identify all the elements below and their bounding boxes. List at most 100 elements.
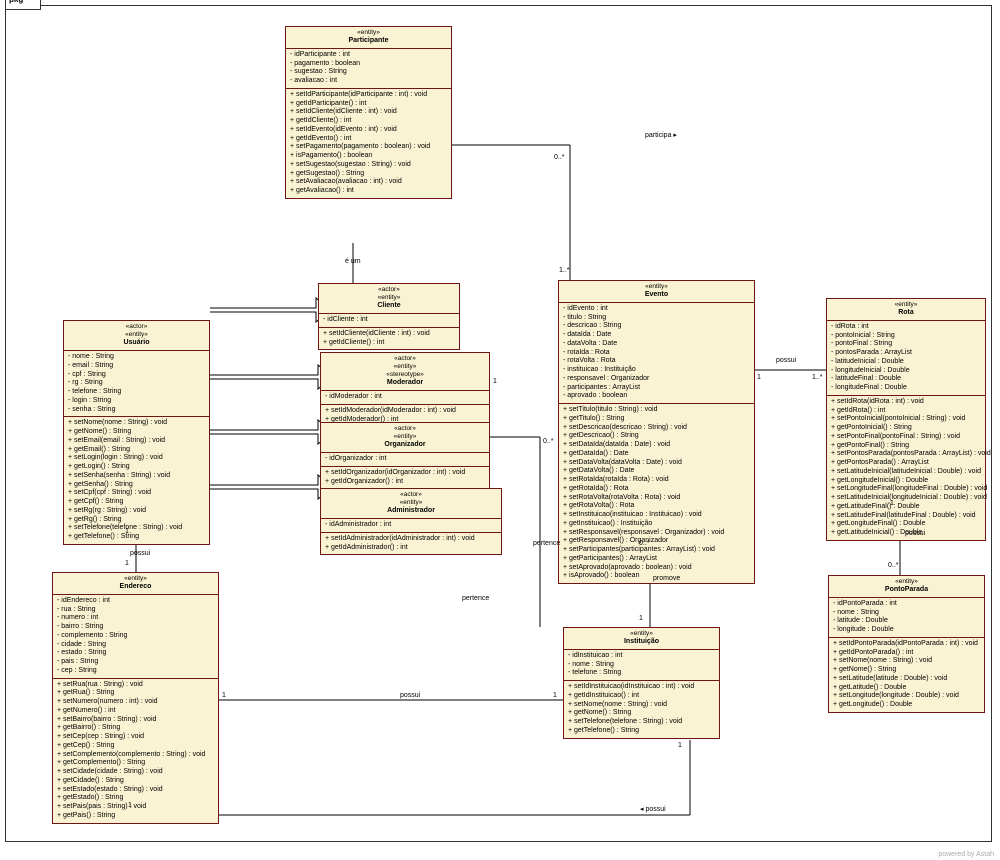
op: + setIdCliente(idCliente : int) : void bbox=[323, 330, 455, 339]
attr: - pontoInicial : String bbox=[831, 332, 981, 341]
op: + setLatitudeInicial(latitudeInicial : D… bbox=[831, 468, 981, 477]
op: + getNome() : String bbox=[833, 666, 980, 675]
op: + getDataIda() : Date bbox=[563, 450, 750, 459]
op: + setLatitudeInicial(longitudeInicial : … bbox=[831, 494, 981, 503]
op: + setIdCliente(idCliente : int) : void bbox=[290, 108, 447, 117]
attr: - latitude : Double bbox=[833, 617, 980, 626]
op: + setAprovado(aprovado : boolean) : void bbox=[563, 564, 750, 573]
op: + getRotaIda() : Rota bbox=[563, 485, 750, 494]
op: + setNumero(numero : int) : void bbox=[57, 698, 214, 707]
op: + getResponsavel() : Organizador bbox=[563, 537, 750, 546]
attr: - complemento : String bbox=[57, 632, 214, 641]
attrs: - idEvento : int- titulo : String- descr… bbox=[559, 303, 754, 404]
footer: powered by Astah bbox=[938, 851, 994, 858]
op: + getIdInstituicao() : int bbox=[568, 692, 715, 701]
package-tab: pkg bbox=[5, 0, 41, 10]
label-eum: é um bbox=[345, 258, 361, 265]
op: + getEstado() : String bbox=[57, 794, 214, 803]
op: + setDescricao(descricao : String) : voi… bbox=[563, 424, 750, 433]
op: + getNumero() : int bbox=[57, 707, 214, 716]
attr: - bairro : String bbox=[57, 623, 214, 632]
mult-1-4: 1 bbox=[639, 615, 643, 622]
class-endereco: «entity»Endereco - idEndereco : int- rua… bbox=[52, 572, 219, 824]
attr: - idCliente : int bbox=[323, 316, 455, 325]
mult-1-3: 1 bbox=[890, 500, 894, 507]
attr: - dataIda : Date bbox=[563, 331, 750, 340]
label-promove: promove bbox=[653, 575, 680, 582]
class-administrador: «actor»«entity»Administrador - idAdminis… bbox=[320, 488, 502, 555]
op: + getIdEvento() : int bbox=[290, 135, 447, 144]
op: + setPagamento(pagamento : boolean) : vo… bbox=[290, 143, 447, 152]
class-pontoparada: «entity»PontoParada - idPontoParada : in… bbox=[828, 575, 985, 713]
label-pertence: pertence bbox=[533, 540, 560, 547]
op: + setIdEvento(idEvento : int) : void bbox=[290, 126, 447, 135]
ops: + setRua(rua : String) : void+ getRua() … bbox=[53, 679, 218, 823]
attr: - senha : String bbox=[68, 406, 205, 415]
ops: + setIdParticipante(idParticipante : int… bbox=[286, 89, 451, 198]
op: + setLogin(login : String) : void bbox=[68, 454, 205, 463]
op: + setNome(nome : String) : void bbox=[68, 419, 205, 428]
op: + setSugestao(sugestao : String) : void bbox=[290, 161, 447, 170]
op: + setDataVolta(dataVolta : Date) : void bbox=[563, 459, 750, 468]
op: + isPagamento() : boolean bbox=[290, 152, 447, 161]
attr: - idModerador : int bbox=[325, 393, 485, 402]
attr: - idEndereco : int bbox=[57, 597, 214, 606]
attr: - telefone : String bbox=[68, 388, 205, 397]
op: + getRg() : String bbox=[68, 516, 205, 525]
attr: - longitudeInicial : Double bbox=[831, 367, 981, 376]
class-moderador: «actor»«entity»«stereotype»Moderador - i… bbox=[320, 352, 490, 427]
class-usuario: «actor»«entity»Usuário - nome : String- … bbox=[63, 320, 210, 545]
op: + getIdPontoParada() : int bbox=[833, 649, 980, 658]
op: + getPontosParada() : ArrayList bbox=[831, 459, 981, 468]
attr: - idParticipante : int bbox=[290, 51, 447, 60]
op: + setTelefone(telefone : String) : void bbox=[68, 524, 205, 533]
op: + setRotaVolta(rotaVolta : Rota) : void bbox=[563, 494, 750, 503]
op: + setBairro(bairro : String) : void bbox=[57, 716, 214, 725]
op: + setResponsavel(responsavel : Organizad… bbox=[563, 529, 750, 538]
label-possui-usr: possui bbox=[130, 550, 150, 557]
op: + setPais(pais : String) : void bbox=[57, 803, 214, 812]
class-rota: «entity»Rota - idRota : int- pontoInicia… bbox=[826, 298, 986, 541]
mult-0star-2: 0..* bbox=[888, 562, 899, 569]
op: + setIdOrganizador(idOrganizador : int) … bbox=[325, 469, 485, 478]
mult-1-5: 1 bbox=[493, 378, 497, 385]
op: + getAvaliacao() : int bbox=[290, 187, 447, 196]
mult-1-6: 1 bbox=[125, 528, 129, 535]
op: + setNome(nome : String) : void bbox=[568, 701, 715, 710]
label-possui-inst-end: possui bbox=[400, 692, 420, 699]
op: + setAvaliacao(avaliacao : int) : void bbox=[290, 178, 447, 187]
op: + getTelefone() : String bbox=[568, 727, 715, 736]
attrs: - idInstituicao : int- nome : String- te… bbox=[564, 650, 719, 681]
attr: - pais : String bbox=[57, 658, 214, 667]
class-organizador: «actor»«entity»Organizador - idOrganizad… bbox=[320, 422, 490, 489]
attr: - idPontoParada : int bbox=[833, 600, 980, 609]
op: + setEmail(email : String) : void bbox=[68, 437, 205, 446]
attr: - longitude : Double bbox=[833, 626, 980, 635]
ops: + setIdRota(idRota : int) : void+ getIdR… bbox=[827, 396, 985, 540]
op: + getBairro() : String bbox=[57, 724, 214, 733]
op: + setCpf(cpf : String) : void bbox=[68, 489, 205, 498]
op: + setPontosParada(pontosParada : ArrayLi… bbox=[831, 450, 981, 459]
op: + setLongitude(longitude : Double) : voi… bbox=[833, 692, 980, 701]
attr: - estado : String bbox=[57, 649, 214, 658]
op: + setIdPontoParada(idPontoParada : int) … bbox=[833, 640, 980, 649]
attrs: - idParticipante : int- pagamento : bool… bbox=[286, 49, 451, 89]
mult-1-8: 1 bbox=[553, 692, 557, 699]
mult-1-10: 1 bbox=[678, 742, 682, 749]
attr: - sugestao : String bbox=[290, 68, 447, 77]
op: + getIdParticipante() : int bbox=[290, 100, 447, 109]
mult-1-11: 1 bbox=[128, 802, 132, 809]
mult-0star-3: 0..* bbox=[639, 540, 650, 547]
label-possui-rota-pp: possui bbox=[905, 530, 925, 537]
attr: - pagamento : boolean bbox=[290, 60, 447, 69]
mult-1: 1 bbox=[757, 374, 761, 381]
attr: - numero : int bbox=[57, 614, 214, 623]
label-possui-ev-rota: possui bbox=[776, 357, 796, 364]
op: + getCidade() : String bbox=[57, 777, 214, 786]
op: + setPontoFinal(pontoFinal : String) : v… bbox=[831, 433, 981, 442]
attr: - idInstituicao : int bbox=[568, 652, 715, 661]
attrs: - idRota : int- pontoInicial : String- p… bbox=[827, 321, 985, 396]
attrs: - idModerador : int bbox=[321, 391, 489, 405]
op: + getLongitudeFinal() : Double bbox=[831, 520, 981, 529]
attrs: - idAdministrador : int bbox=[321, 519, 501, 533]
